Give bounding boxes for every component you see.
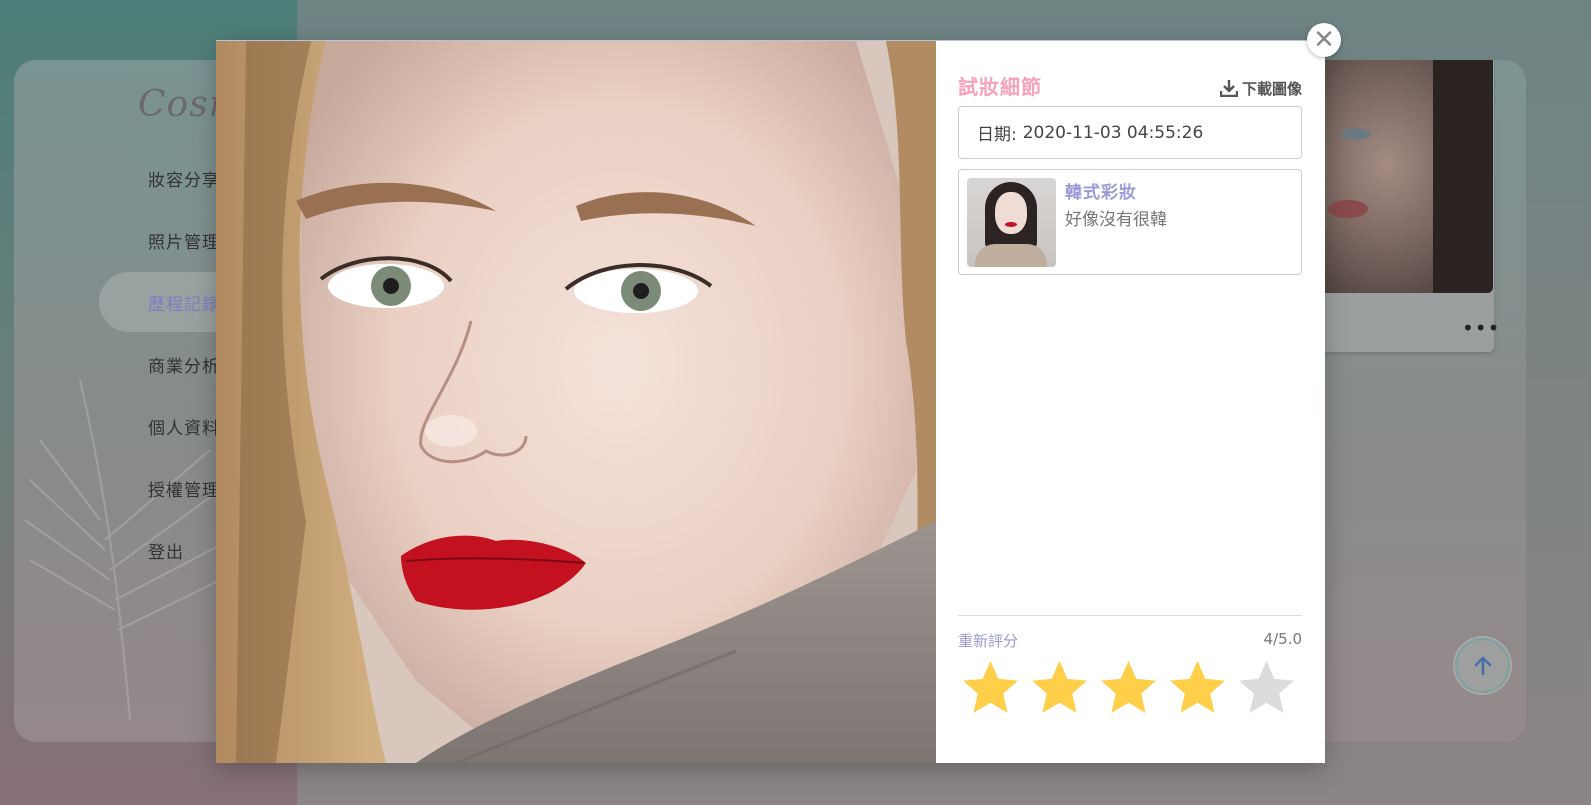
sidebar-item-photo-management[interactable]: 照片管理 bbox=[99, 210, 216, 270]
date-label: 日期: bbox=[977, 125, 1017, 145]
more-horizontal-icon[interactable]: ••• bbox=[1462, 318, 1500, 338]
tryon-result-photo bbox=[216, 41, 936, 763]
history-card-photo bbox=[1316, 60, 1493, 293]
scroll-to-top-button[interactable] bbox=[1455, 638, 1510, 693]
date-value: 2020-11-03 04:55:26 bbox=[1022, 122, 1204, 143]
makeup-style-info: 韓式彩妝 好像沒有很韓 bbox=[1065, 178, 1167, 266]
makeup-style-name: 韓式彩妝 bbox=[1065, 183, 1137, 203]
star-filled-icon[interactable] bbox=[1029, 657, 1090, 718]
sidebar-item-logout[interactable]: 登出 bbox=[99, 520, 216, 580]
arrow-up-icon bbox=[1474, 656, 1491, 675]
close-icon: ✕ bbox=[1313, 25, 1335, 55]
sidebar-item-makeup-share[interactable]: 妝容分享 bbox=[99, 148, 216, 208]
sidebar-item-business-analysis[interactable]: 商業分析 bbox=[99, 334, 216, 394]
makeup-detail-modal: 試妝細節 下載圖像 日期: 2020-11-03 04:55:26 韓式彩妝 好… bbox=[216, 40, 1325, 763]
star-rating bbox=[960, 657, 1302, 718]
download-icon bbox=[1219, 80, 1238, 97]
date-field: 日期: 2020-11-03 04:55:26 bbox=[958, 106, 1302, 159]
download-image-label: 下載圖像 bbox=[1241, 79, 1302, 98]
rating-score: 4/5.0 bbox=[1263, 630, 1302, 648]
star-filled-icon[interactable] bbox=[1098, 657, 1159, 718]
makeup-detail-panel: 試妝細節 下載圖像 日期: 2020-11-03 04:55:26 韓式彩妝 好… bbox=[936, 41, 1325, 763]
star-empty-icon[interactable] bbox=[1236, 657, 1297, 718]
makeup-style-comment: 好像沒有很韓 bbox=[1065, 210, 1167, 230]
panel-header: 試妝細節 下載圖像 bbox=[958, 69, 1302, 101]
rating-header: 重新評分 4/5.0 bbox=[958, 630, 1302, 651]
rating-label: 重新評分 bbox=[958, 632, 1019, 650]
sidebar-item-profile[interactable]: 個人資料 bbox=[99, 396, 216, 456]
star-filled-icon[interactable] bbox=[960, 657, 1021, 718]
star-filled-icon[interactable] bbox=[1167, 657, 1228, 718]
portrait-illustration bbox=[216, 41, 936, 763]
makeup-style-card[interactable]: 韓式彩妝 好像沒有很韓 bbox=[958, 169, 1302, 275]
panel-title: 試妝細節 bbox=[958, 74, 1042, 99]
sidebar-item-authorization[interactable]: 授權管理 bbox=[99, 458, 216, 518]
brand-logo: Cosm bbox=[138, 84, 218, 125]
rating-section: 重新評分 4/5.0 bbox=[958, 615, 1302, 718]
download-image-button[interactable]: 下載圖像 bbox=[1219, 78, 1302, 99]
close-modal-button[interactable]: ✕ bbox=[1307, 23, 1341, 57]
makeup-style-thumbnail bbox=[967, 178, 1056, 267]
